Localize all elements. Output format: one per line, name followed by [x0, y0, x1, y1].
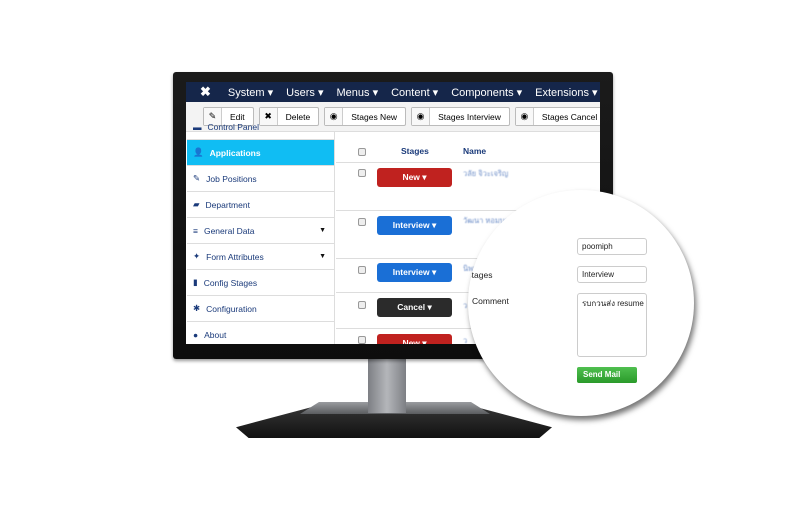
stages-interview-label: Stages Interview — [438, 111, 501, 122]
sidebar-item-label: Job Positions — [206, 173, 257, 184]
stages-new-label: Stages New — [351, 111, 398, 122]
stage-dropdown-button[interactable]: New ▾ — [377, 168, 452, 187]
row-checkbox[interactable] — [358, 169, 366, 177]
cubes-icon: ✦ — [193, 251, 201, 261]
stages-new-button[interactable]: ◉ Stages New — [324, 107, 407, 126]
sidebar-item-configuration[interactable]: ✱ Configuration — [187, 296, 334, 322]
top-navbar: ✖ System ▾ Users ▾ Menus ▾ Content ▾ Com… — [186, 82, 600, 102]
sidebar-item-label: Control Panel — [207, 121, 260, 132]
gear-icon: ✱ — [193, 303, 201, 313]
sidebar-item-config-stages[interactable]: ▮ Config Stages — [187, 270, 334, 296]
comment-label: Comment — [472, 296, 509, 306]
caret-down-icon: ▼ — [319, 253, 326, 260]
control-panel-icon: ▬ — [193, 121, 202, 132]
stages-cancel-label: Stages Cancel — [541, 111, 598, 122]
sidebar-item-label: About — [204, 329, 227, 340]
stage-dropdown-button[interactable]: New ▾ — [377, 334, 452, 344]
sidebar-item-label: Applications — [209, 147, 261, 158]
sidebar: ▬ Control Panel 👤 Applications ✎ Job Positi… — [187, 122, 335, 344]
applicant-name-link[interactable]: ว — [463, 300, 467, 312]
stages-cancel-button[interactable]: ◉ Stages Cancel — [514, 107, 600, 126]
stages-interview-button[interactable]: ◉ Stages Interview — [411, 107, 510, 126]
stage-dropdown-button[interactable]: Cancel ▾ — [377, 298, 452, 317]
radio-icon: ◉ — [412, 108, 431, 125]
folder-icon: ▰ — [193, 199, 200, 209]
magnifier-callout: poomiph Stages Interview Comment รบกวนส่… — [468, 190, 694, 416]
comment-textarea[interactable]: รบกวนส่ง resume — [577, 293, 647, 357]
sidebar-item-about[interactable]: ● About — [187, 322, 334, 344]
nav-system[interactable]: System ▾ — [228, 86, 273, 99]
sidebar-item-department[interactable]: ▰ Department — [187, 192, 334, 218]
edit-icon: ✎ — [193, 173, 201, 183]
stage-dropdown-button[interactable]: Interview ▾ — [377, 216, 452, 235]
bookmark-icon: ▮ — [193, 277, 198, 287]
monitor-stand — [368, 358, 406, 413]
joomla-logo-icon[interactable]: ✖ — [200, 84, 211, 100]
sidebar-item-job-positions[interactable]: ✎ Job Positions — [187, 166, 334, 192]
select-all-checkbox[interactable] — [358, 148, 366, 156]
nav-content[interactable]: Content ▾ — [391, 86, 438, 99]
sidebar-item-label: Department — [205, 199, 250, 210]
sidebar-item-applications[interactable]: 👤 Applications — [187, 140, 334, 166]
row-checkbox[interactable] — [358, 336, 366, 344]
sidebar-item-label: Form Attributes — [206, 251, 264, 262]
nav-users[interactable]: Users ▾ — [286, 86, 323, 99]
sidebar-item-label: General Data — [203, 225, 255, 236]
sidebar-item-general-data[interactable]: ≡ General Data ▼ — [187, 218, 334, 244]
database-icon: ≡ — [193, 225, 198, 236]
stages-select[interactable]: Interview — [577, 266, 647, 283]
sidebar-item-label: Configuration — [206, 303, 257, 314]
stages-label: Stages — [468, 270, 493, 280]
sidebar-item-control-panel[interactable]: ▬ Control Panel — [187, 114, 334, 140]
nav-components[interactable]: Components ▾ — [451, 86, 522, 99]
nav-menus[interactable]: Menus ▾ — [336, 86, 378, 99]
user-icon: 👤 — [193, 147, 204, 157]
applicant-name-link[interactable]: วลัย จิวะเจริญ — [463, 168, 508, 180]
row-checkbox[interactable] — [358, 218, 366, 226]
column-header-stages[interactable]: Stages — [401, 146, 429, 156]
sidebar-item-label: Config Stages — [203, 277, 258, 288]
stage-dropdown-button[interactable]: Interview ▾ — [377, 263, 452, 282]
caret-down-icon: ▼ — [319, 227, 326, 234]
row-checkbox[interactable] — [358, 266, 366, 274]
send-mail-button[interactable]: Send Mail — [577, 367, 637, 383]
radio-icon: ◉ — [515, 108, 534, 125]
applicant-name-link[interactable]: ว — [463, 335, 467, 344]
nav-extensions[interactable]: Extensions ▾ — [535, 86, 597, 99]
info-icon: ● — [193, 329, 199, 340]
email-field[interactable]: poomiph — [577, 238, 647, 255]
sidebar-item-form-attributes[interactable]: ✦ Form Attributes ▼ — [187, 244, 334, 270]
column-header-name[interactable]: Name — [463, 146, 486, 156]
row-checkbox[interactable] — [358, 301, 366, 309]
